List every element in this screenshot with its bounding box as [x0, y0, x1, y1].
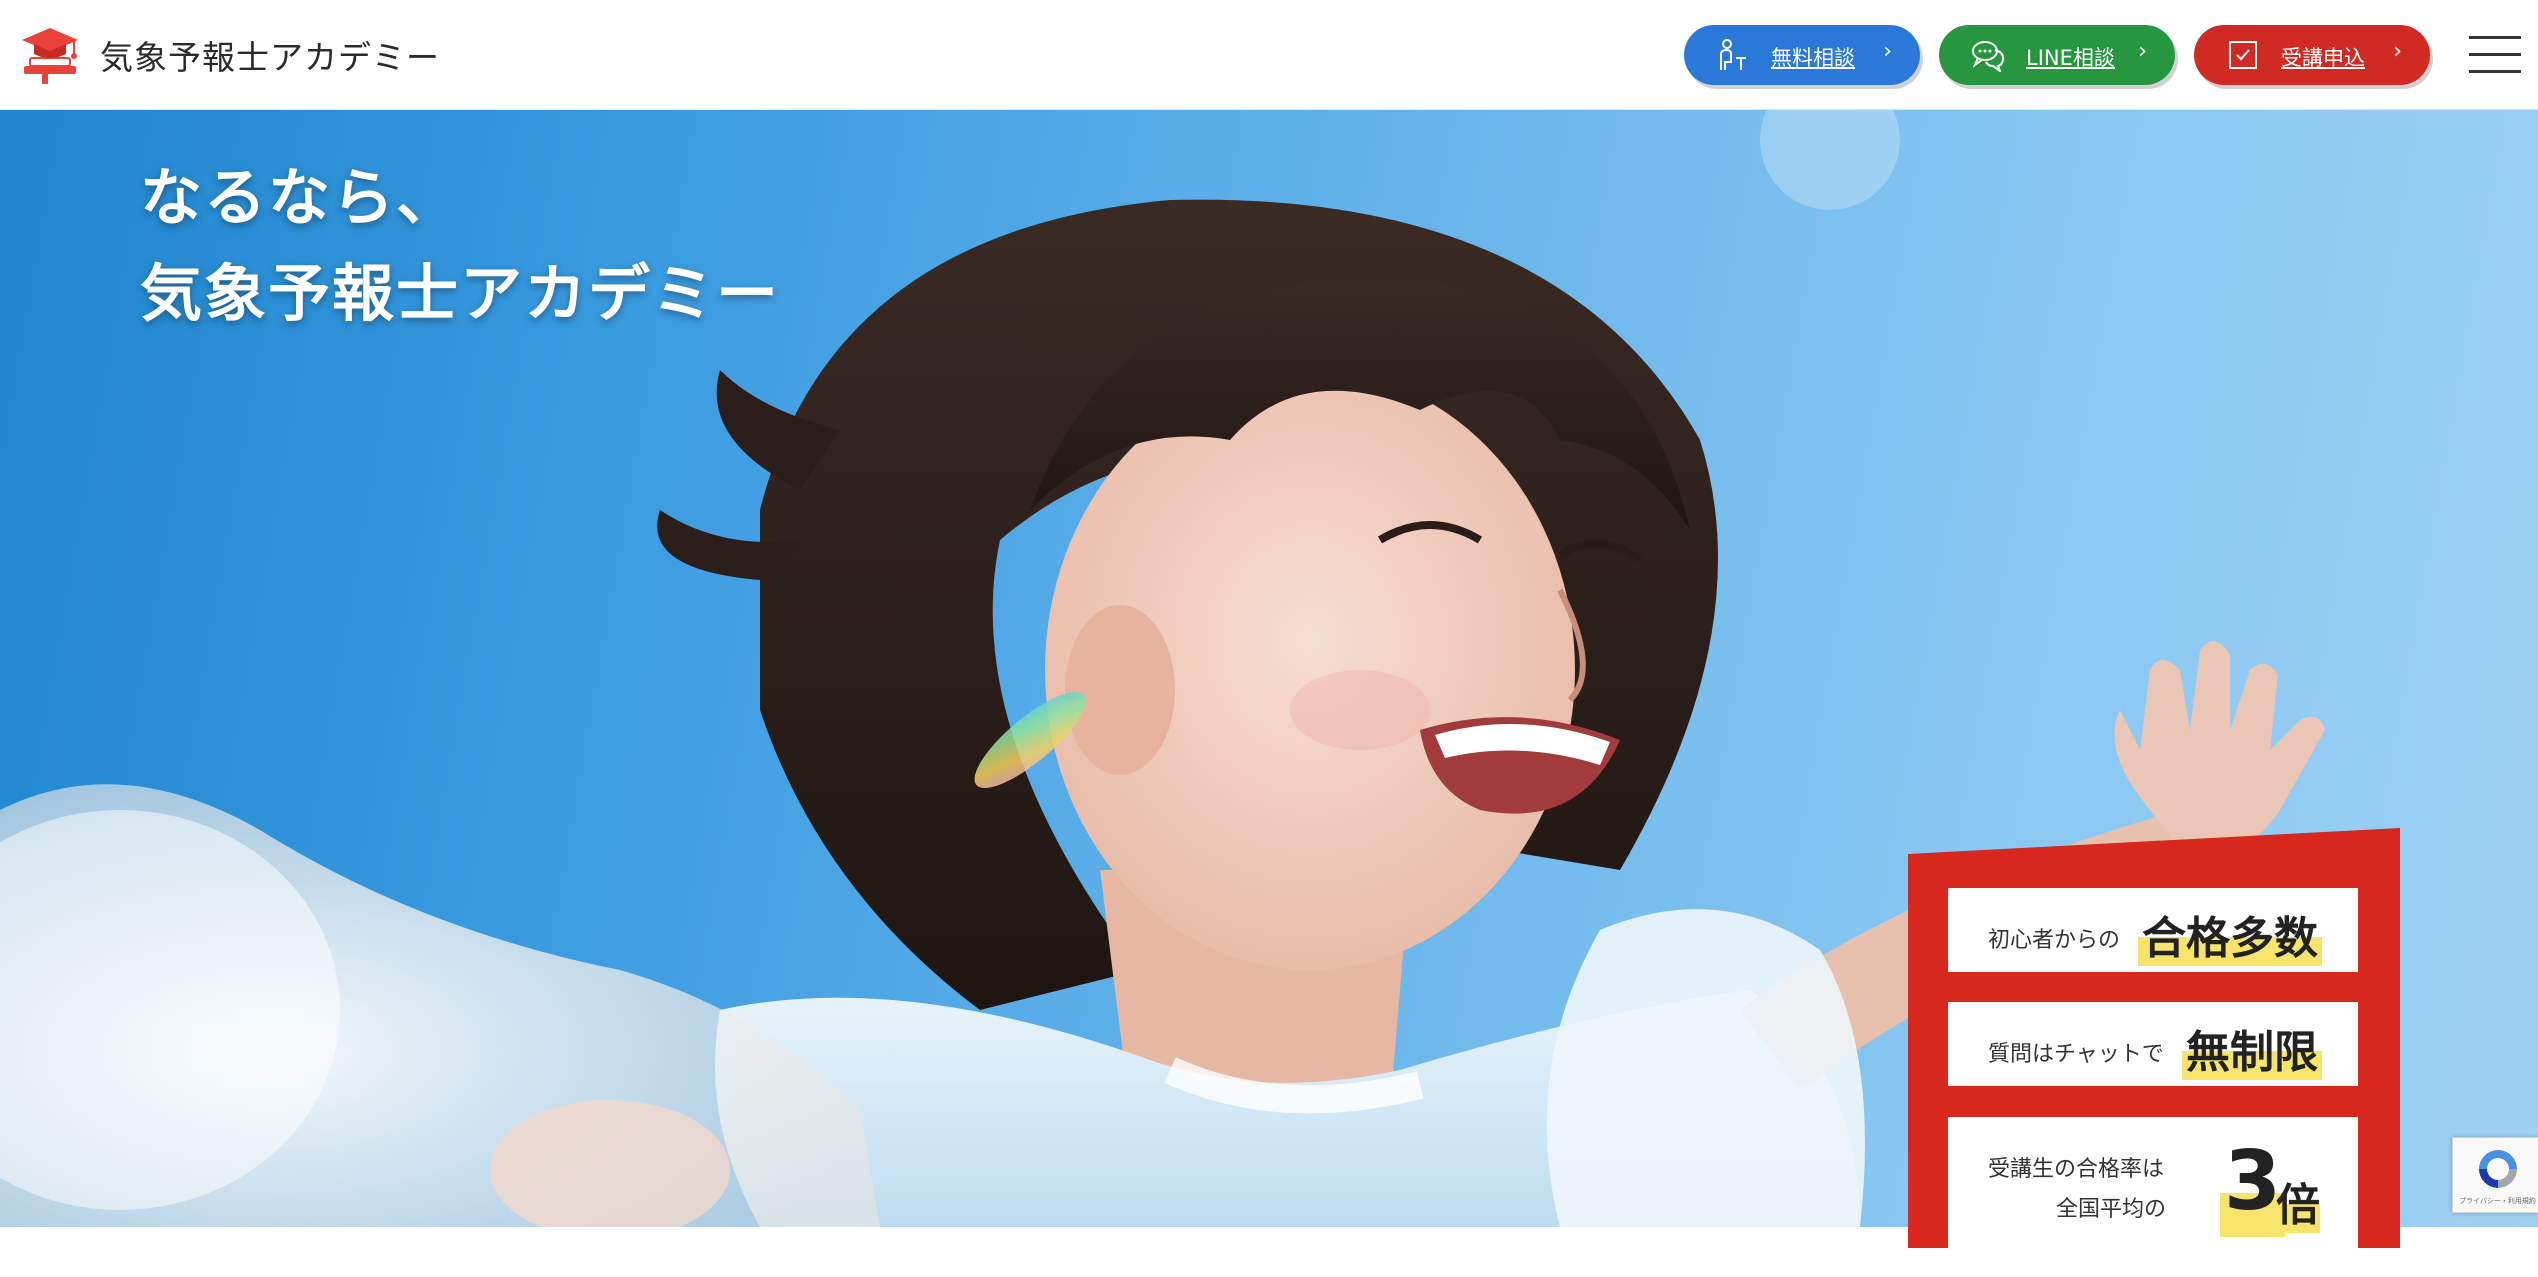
line-consultation-label: LINE相談 [2026, 46, 2115, 70]
consultation-icon [1720, 39, 1746, 70]
course-application-label: 受講申込 [2281, 46, 2365, 70]
feature-small-text: 初心者からの [1988, 928, 2121, 953]
feature-card-pass-rate-multiplier: 受講生の合格率は 全国平均の 3 倍 [1948, 1117, 2358, 1248]
chevron-right-icon: › [1883, 39, 1892, 64]
feature-card-unlimited-chat: 質問はチャットで 無制限 [1948, 1002, 2358, 1086]
site-header: 気象予報士アカデミー 無料相談 › LINE相談 › 受講申込 › [0, 0, 2538, 110]
recaptcha-icon [2479, 1150, 2517, 1188]
feature-small-text: 質問はチャットで [1988, 1042, 2164, 1067]
feature-big-text: 合格多数 [2138, 902, 2322, 966]
course-application-button[interactable]: 受講申込 › [2194, 25, 2430, 85]
site-logo[interactable]: 気象予報士アカデミー [20, 26, 440, 84]
feature-small-text-line1: 受講生の合格率は [1988, 1157, 2165, 1182]
feature-big-text: 無制限 [2182, 1016, 2322, 1080]
graduation-cap-logo-icon [22, 28, 78, 84]
recaptcha-badge[interactable]: プライバシー・利用規約 [2452, 1137, 2538, 1213]
hero-headline-line2: 気象予報士アカデミー [140, 257, 781, 330]
hero-headline: なるなら、 気象予報士アカデミー [140, 150, 780, 342]
feature-card-pass-rate-beginners: 初心者からの 合格多数 [1948, 888, 2358, 972]
chevron-right-icon: › [2138, 39, 2147, 64]
line-consultation-button[interactable]: LINE相談 › [1939, 25, 2175, 85]
checkbox-icon [2229, 41, 2257, 69]
site-logo-text: 気象予報士アカデミー [100, 38, 440, 77]
hamburger-menu-icon[interactable] [2469, 36, 2521, 74]
feature-multiplier-unit: 倍 [2276, 1169, 2320, 1233]
hero-headline-line1: なるなら、 [140, 161, 461, 234]
feature-highlights-panel: 初心者からの 合格多数 質問はチャットで 無制限 受講生の合格率は 全国平均の … [1908, 828, 2400, 1248]
recaptcha-text: プライバシー・利用規約 [2459, 1197, 2536, 1205]
chat-bubbles-icon [1972, 41, 2005, 72]
free-consultation-label: 無料相談 [1771, 46, 1855, 70]
feature-small-text-line2: 全国平均の [2056, 1197, 2167, 1222]
free-consultation-button[interactable]: 無料相談 › [1684, 25, 1920, 85]
chevron-right-icon: › [2393, 39, 2402, 64]
